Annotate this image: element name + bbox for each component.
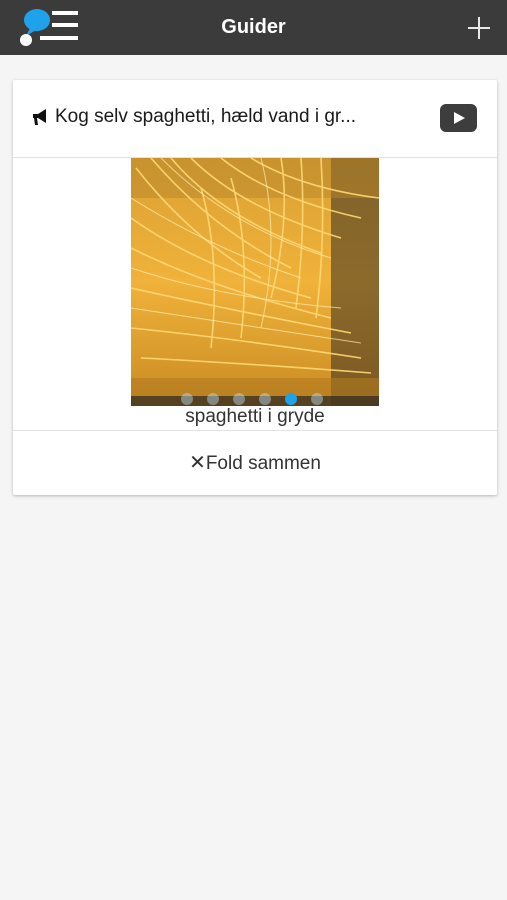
top-bar: Guider bbox=[0, 0, 507, 55]
carousel-dot[interactable] bbox=[311, 393, 323, 405]
carousel-dot[interactable] bbox=[233, 393, 245, 405]
collapse-label: Fold sammen bbox=[205, 453, 321, 474]
collapse-button[interactable]: ✕Fold sammen bbox=[13, 431, 497, 496]
image-caption: spaghetti i gryde bbox=[185, 406, 325, 427]
carousel-dot-active[interactable] bbox=[285, 393, 297, 405]
page-title: Guider bbox=[221, 16, 286, 38]
carousel-dot[interactable] bbox=[259, 393, 271, 405]
card-header[interactable]: Kog selv spaghetti, hæld vand i gr... bbox=[13, 80, 497, 158]
card-footer: ✕Fold sammen bbox=[13, 430, 497, 496]
card-title: Kog selv spaghetti, hæld vand i gr... bbox=[55, 106, 357, 127]
guide-card: Kog selv spaghetti, hæld vand i gr... sp… bbox=[13, 80, 497, 495]
carousel-dot[interactable] bbox=[181, 393, 193, 405]
youtube-play-icon[interactable] bbox=[440, 104, 477, 132]
carousel-dots bbox=[131, 392, 379, 406]
plus-icon[interactable] bbox=[465, 14, 493, 42]
close-icon: ✕ bbox=[189, 452, 206, 474]
megaphone-icon bbox=[31, 108, 51, 128]
carousel-dot[interactable] bbox=[207, 393, 219, 405]
spaghetti-photo[interactable] bbox=[131, 158, 379, 406]
